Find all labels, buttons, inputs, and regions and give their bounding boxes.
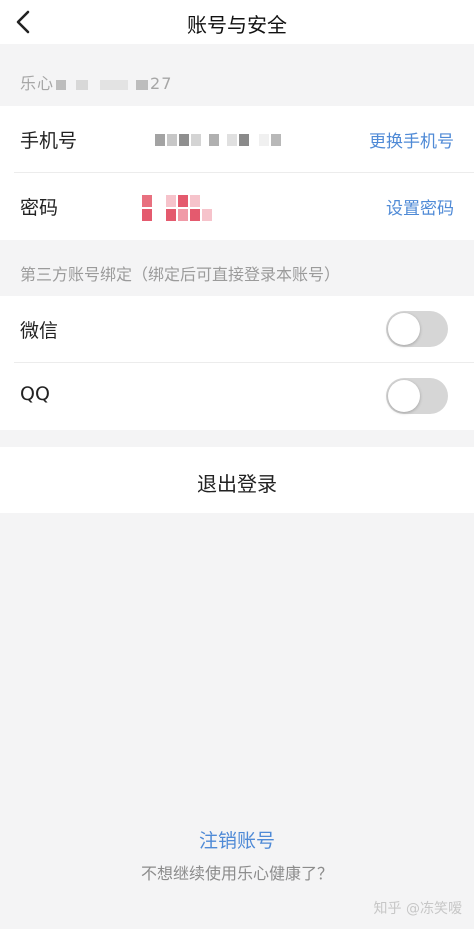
wechat-label: 微信 bbox=[20, 320, 59, 342]
redaction-mask bbox=[56, 79, 67, 90]
header-bar: 账号与安全 bbox=[0, 0, 474, 44]
page-title: 账号与安全 bbox=[187, 13, 287, 37]
phone-row[interactable]: 手机号 更换手机号 bbox=[0, 106, 474, 172]
redaction-mask bbox=[76, 79, 89, 90]
qq-row: QQ bbox=[0, 363, 474, 429]
phone-label: 手机号 bbox=[20, 130, 78, 152]
logout-label: 退出登录 bbox=[197, 472, 277, 496]
wechat-row: 微信 bbox=[0, 296, 474, 362]
delete-account-link[interactable]: 注销账号 bbox=[0, 826, 474, 853]
account-id-suffix: 27 bbox=[150, 74, 173, 93]
watermark: 知乎 @冻笑嗳 bbox=[373, 901, 462, 917]
account-id-prefix: 乐心 bbox=[20, 74, 55, 93]
third-party-hint: 第三方账号绑定（绑定后可直接登录本账号） bbox=[20, 265, 341, 284]
change-phone-link[interactable]: 更换手机号 bbox=[369, 127, 454, 152]
redaction-mask bbox=[100, 79, 129, 90]
set-password-link[interactable]: 设置密码 bbox=[386, 194, 454, 219]
logout-button[interactable]: 退出登录 bbox=[0, 447, 474, 513]
toggle-knob bbox=[388, 380, 420, 412]
password-masked bbox=[142, 195, 212, 221]
account-id: 乐心 27 bbox=[20, 70, 172, 94]
password-label: 密码 bbox=[20, 197, 59, 219]
account-id-strip: 乐心 27 bbox=[0, 56, 474, 104]
wechat-toggle[interactable] bbox=[386, 311, 448, 347]
security-section: 手机号 更换手机号 密码 设置密码 bbox=[0, 106, 474, 240]
phone-number-masked bbox=[155, 134, 281, 146]
qq-toggle[interactable] bbox=[386, 378, 448, 414]
qq-label: QQ bbox=[20, 383, 50, 405]
third-party-section: 微信 QQ bbox=[0, 296, 474, 430]
toggle-knob bbox=[388, 313, 420, 345]
delete-account-hint: 不想继续使用乐心健康了？ bbox=[140, 864, 333, 883]
password-row[interactable]: 密码 设置密码 bbox=[0, 173, 474, 239]
redaction-mask bbox=[136, 79, 149, 90]
